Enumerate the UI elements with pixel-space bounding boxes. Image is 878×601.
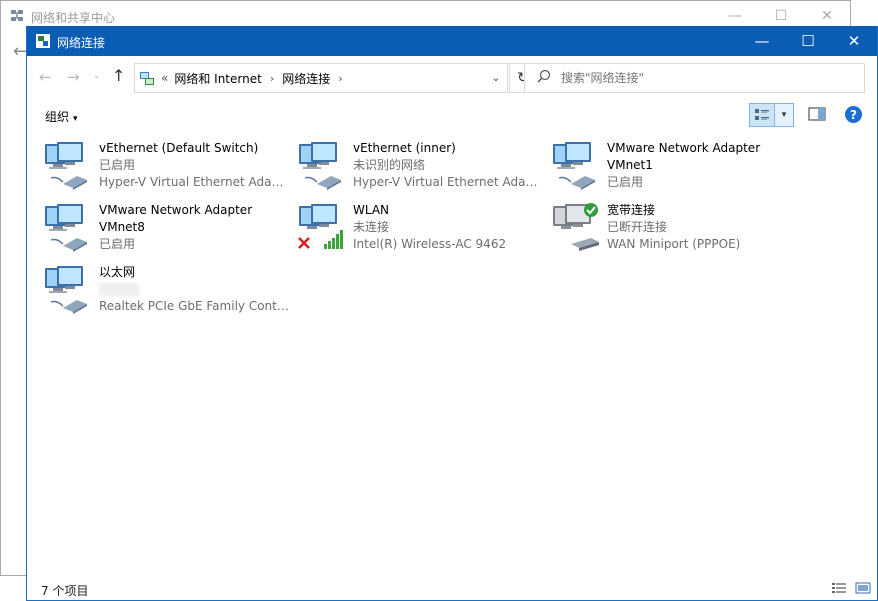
breadcrumb-network-internet[interactable]: 网络和 Internet bbox=[174, 70, 261, 87]
tiles-view-icon bbox=[755, 109, 769, 120]
forward-arrow-icon[interactable]: → bbox=[67, 68, 80, 86]
breadcrumb-network-connections[interactable]: 网络连接 bbox=[282, 70, 330, 87]
background-window-title: 网络和共享中心 bbox=[31, 11, 116, 25]
ethernet-adapter-icon bbox=[553, 142, 595, 190]
connection-device: Realtek PCIe GbE Family Contr... bbox=[99, 299, 289, 313]
connection-device: WAN Miniport (PPPOE) bbox=[607, 237, 741, 251]
back-arrow-icon[interactable]: ← bbox=[39, 68, 52, 86]
list-item[interactable]: VMware Network Adapter VMnet8 已启用 bbox=[27, 198, 277, 256]
organize-button[interactable]: 组织 ▾ bbox=[45, 108, 78, 125]
window-controls: — ☐ ✕ bbox=[739, 26, 877, 56]
location-network-icon bbox=[140, 72, 154, 85]
connection-name: VMware Network Adapter bbox=[607, 141, 761, 155]
address-bar[interactable]: « 网络和 Internet › 网络连接 › ⌄ bbox=[134, 63, 508, 93]
connection-status: 已断开连接 bbox=[607, 220, 668, 234]
minimize-button[interactable]: — bbox=[739, 26, 785, 56]
status-bar: 7 个项目 bbox=[27, 578, 877, 600]
organize-label: 组织 bbox=[45, 110, 70, 124]
connection-status: 已启用 bbox=[99, 237, 136, 251]
large-icons-view-icon[interactable] bbox=[855, 582, 871, 597]
connection-name: WLAN bbox=[353, 203, 390, 217]
breadcrumb-separator-icon[interactable]: › bbox=[270, 72, 274, 85]
connection-device: Hyper-V Virtual Ethernet Adap... bbox=[353, 175, 543, 189]
wifi-adapter-icon bbox=[298, 204, 343, 249]
network-center-icon bbox=[11, 10, 23, 21]
preview-pane-icon bbox=[808, 107, 826, 121]
list-item[interactable]: vEthernet (inner) 未识别的网络 Hyper-V Virtual… bbox=[281, 136, 543, 194]
list-item[interactable]: VMware Network Adapter VMnet1 已启用 bbox=[535, 136, 785, 194]
view-options-caret-icon: ▾ bbox=[781, 110, 787, 120]
ethernet-adapter-icon bbox=[45, 204, 87, 252]
connection-device: Intel(R) Wireless-AC 9462 bbox=[353, 237, 507, 251]
address-dropdown-chevron-icon[interactable]: ⌄ bbox=[485, 64, 507, 92]
connection-status: 未连接 bbox=[353, 220, 390, 234]
breadcrumb-separator-icon[interactable]: › bbox=[338, 72, 342, 85]
list-item[interactable]: 宽带连接 已断开连接 WAN Miniport (PPPOE) bbox=[535, 198, 785, 256]
connection-status: 已启用 bbox=[99, 158, 136, 172]
search-input[interactable] bbox=[559, 70, 849, 86]
search-box[interactable] bbox=[524, 63, 865, 93]
help-icon[interactable]: ? bbox=[845, 106, 862, 123]
connection-name: vEthernet (Default Switch) bbox=[99, 141, 259, 155]
navigation-bar: ← → ⌄ ↑ « 网络和 Internet › 网络连接 › ⌄ ↻ bbox=[27, 56, 877, 98]
connection-device: Hyper-V Virtual Ethernet Adap... bbox=[99, 175, 289, 189]
connections-list: vEthernet (Default Switch) 已启用 Hyper-V V… bbox=[27, 136, 877, 576]
connection-status: 已启用 bbox=[607, 175, 644, 189]
close-button[interactable]: ✕ bbox=[831, 26, 877, 56]
recent-locations-chevron-icon[interactable]: ⌄ bbox=[93, 71, 101, 81]
preview-pane-button[interactable] bbox=[808, 107, 826, 124]
connection-name-line2: VMnet8 bbox=[99, 220, 145, 234]
connection-name: vEthernet (inner) bbox=[353, 141, 456, 155]
list-item[interactable]: WLAN 未连接 Intel(R) Wireless-AC 9462 bbox=[281, 198, 531, 256]
ethernet-adapter-icon bbox=[45, 266, 87, 314]
change-view-button[interactable] bbox=[749, 103, 775, 127]
breadcrumb-overflow-icon[interactable]: « bbox=[161, 71, 168, 85]
broadband-connection-icon bbox=[553, 203, 599, 251]
titlebar: 网络连接 — ☐ ✕ bbox=[27, 26, 877, 56]
list-item[interactable]: 以太网 Realtek PCIe GbE Family Contr... bbox=[27, 260, 289, 318]
ethernet-adapter-icon bbox=[45, 142, 87, 190]
list-item[interactable]: vEthernet (Default Switch) 已启用 Hyper-V V… bbox=[27, 136, 289, 194]
window-title: 网络连接 bbox=[57, 36, 106, 50]
connection-status: 未识别的网络 bbox=[353, 158, 426, 172]
ethernet-adapter-icon bbox=[299, 142, 341, 190]
up-arrow-icon[interactable]: ↑ bbox=[112, 66, 125, 85]
item-count: 7 个项目 bbox=[41, 584, 89, 598]
details-view-icon[interactable] bbox=[831, 582, 847, 597]
search-icon bbox=[537, 69, 551, 87]
connection-name: 以太网 bbox=[99, 265, 136, 279]
network-connections-window: 网络连接 — ☐ ✕ ← → ⌄ ↑ « 网络和 Internet › 网络连接… bbox=[26, 26, 878, 601]
command-bar: 组织 ▾ ▾ ? bbox=[27, 98, 877, 132]
connection-name-line2: VMnet1 bbox=[607, 158, 653, 172]
connection-name: VMware Network Adapter bbox=[99, 203, 253, 217]
connection-status-redacted bbox=[99, 281, 289, 298]
maximize-button[interactable]: ☐ bbox=[785, 26, 831, 56]
view-options-dropdown[interactable]: ▾ bbox=[774, 103, 794, 127]
organize-caret-icon: ▾ bbox=[73, 114, 78, 124]
network-connections-icon bbox=[36, 34, 50, 48]
connection-name: 宽带连接 bbox=[607, 203, 656, 217]
